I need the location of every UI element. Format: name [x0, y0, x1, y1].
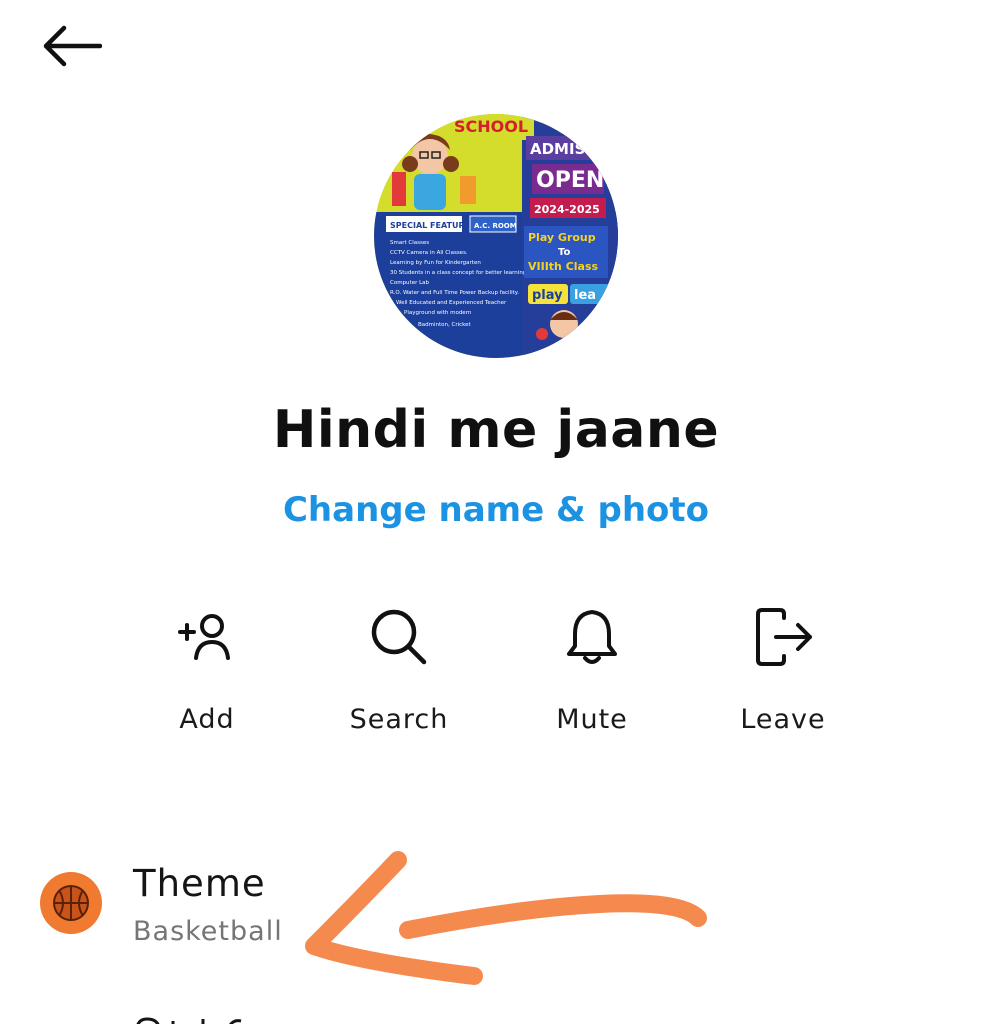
action-bar: Add Search Mute Leave [0, 600, 992, 750]
basketball-icon [53, 885, 89, 921]
leave-icon [756, 608, 812, 666]
poster-play: play [532, 288, 563, 303]
poster-ac-room: A.C. ROOM [474, 222, 517, 230]
search-icon [371, 609, 427, 665]
group-name: Hindi me jaane [272, 400, 720, 460]
poster-open: OPEN [536, 168, 604, 193]
search-button[interactable]: Search [309, 600, 489, 750]
poster-feature: R.O. Water and Full Time Power Backup fa… [390, 290, 519, 296]
back-button[interactable] [36, 18, 106, 74]
poster-learn: lea [574, 288, 596, 303]
group-avatar[interactable]: SCHOOL ADMISS OPEN 2024-2025 SPECIAL FEA… [374, 114, 618, 358]
poster-feature: Well Educated and Experienced Teacher [396, 300, 507, 306]
poster-to: To [558, 247, 570, 258]
add-person-icon [178, 614, 230, 660]
mute-label: Mute [556, 704, 628, 735]
theme-title: Theme [133, 862, 266, 905]
poster-feature: Computer Lab [390, 280, 430, 286]
poster-class-range: VIIIth Class [528, 260, 599, 273]
poster-feature: Badminton, Cricket [418, 322, 472, 328]
poster-feature: 30 Students in a class concept for bette… [390, 270, 526, 276]
poster-feature: Playground with modern [404, 310, 472, 316]
poster-special-features: SPECIAL FEATURES [390, 221, 476, 230]
theme-setting-row[interactable]: Theme Basketball [0, 850, 992, 960]
group-info-screen: SCHOOL ADMISS OPEN 2024-2025 SPECIAL FEA… [0, 0, 992, 1024]
school-poster-image: SCHOOL ADMISS OPEN 2024-2025 SPECIAL FEA… [374, 114, 618, 358]
poster-session: 2024-2025 [534, 203, 600, 216]
poster-feature: CCTV Camera in All Classes. [390, 250, 468, 256]
poster-admission: ADMISS [530, 140, 596, 158]
add-button[interactable]: Add [117, 600, 297, 750]
poster-feature: Smart Classes [390, 240, 429, 246]
add-label: Add [179, 704, 235, 735]
leave-button[interactable]: Leave [693, 600, 873, 750]
poster-feature: Learning by Fun for Kindergarten [390, 260, 481, 266]
search-label: Search [349, 704, 449, 735]
poster-play-group: Play Group [528, 231, 596, 244]
bell-icon [567, 610, 617, 664]
theme-icon-container [40, 872, 102, 934]
arrow-left-icon [43, 25, 102, 67]
poster-school-title: SCHOOL [454, 117, 528, 136]
change-name-photo-link[interactable]: Change name & photo [0, 490, 992, 530]
theme-value: Basketball [133, 916, 283, 947]
next-setting-row-peek [133, 1012, 263, 1024]
mute-button[interactable]: Mute [502, 600, 682, 750]
leave-label: Leave [740, 704, 826, 735]
